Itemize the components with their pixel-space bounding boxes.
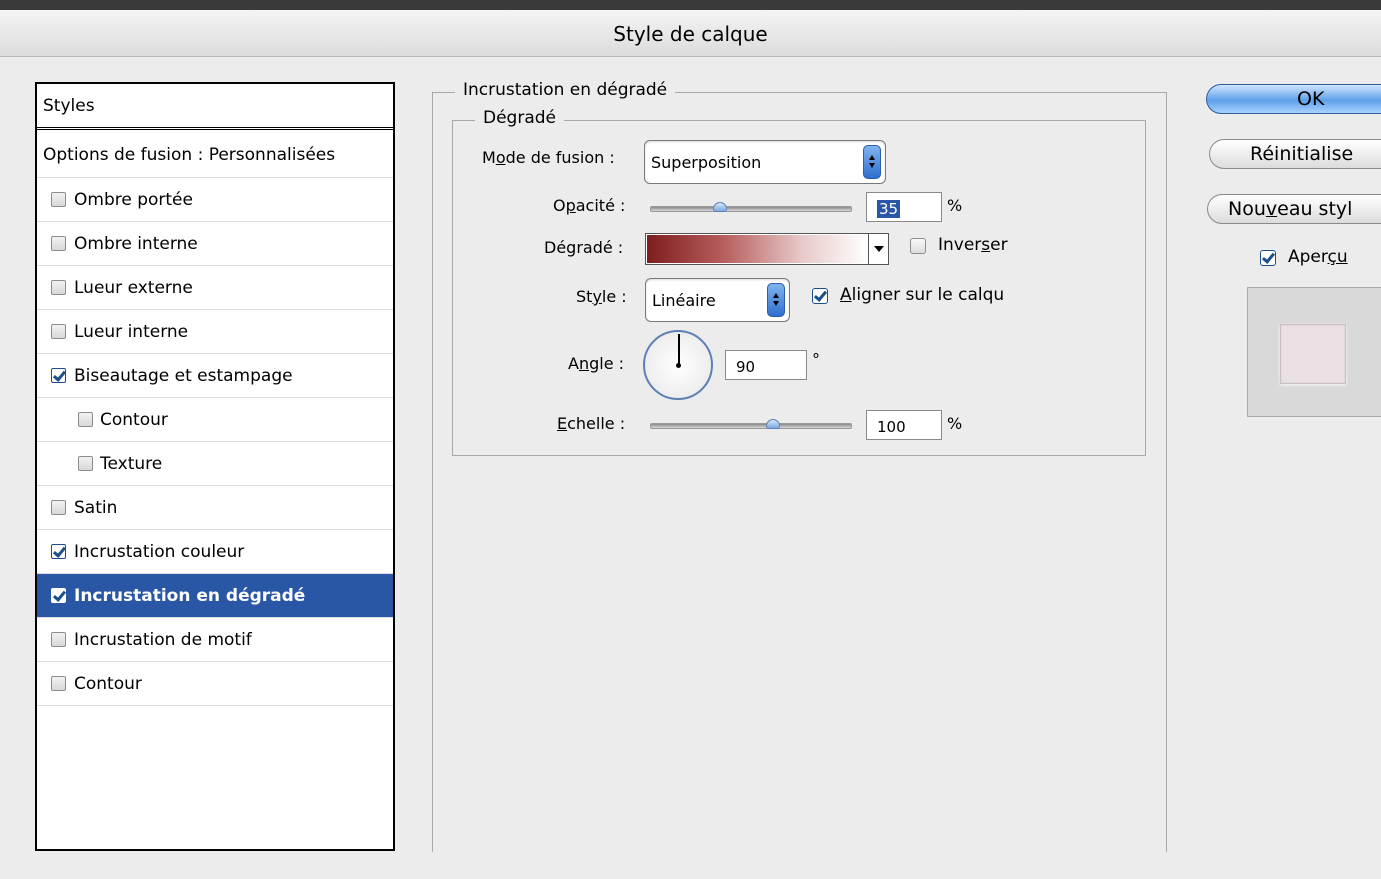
list-item-label: Satin xyxy=(74,498,118,518)
select-stepper-icon[interactable] xyxy=(767,283,785,317)
list-item-label: Lueur interne xyxy=(74,322,189,342)
checkbox-incrustation-motif[interactable] xyxy=(51,632,66,647)
opacity-input[interactable]: 35 xyxy=(866,192,942,222)
select-stepper-icon[interactable] xyxy=(863,145,881,179)
reset-button[interactable]: Réinitialise xyxy=(1209,139,1381,169)
opacity-slider-track[interactable] xyxy=(650,206,852,212)
list-item-texture[interactable]: Texture xyxy=(37,442,393,486)
list-item-label: Incrustation en dégradé xyxy=(74,586,306,606)
new-style-button-label: Nouveau styl xyxy=(1228,198,1353,220)
group-title: Incrustation en dégradé xyxy=(455,80,676,100)
angle-input[interactable]: 90 xyxy=(725,350,807,380)
window-top-edge xyxy=(0,0,1381,10)
checkbox-lueur-externe[interactable] xyxy=(51,280,66,295)
scale-slider-thumb[interactable] xyxy=(766,419,780,429)
checkbox-ombre-portee[interactable] xyxy=(51,192,66,207)
align-with-layer-label[interactable]: Aligner sur le calqu xyxy=(840,285,1004,305)
align-with-layer-checkbox[interactable] xyxy=(812,288,828,304)
list-item-incrustation-couleur[interactable]: Incrustation couleur xyxy=(37,530,393,574)
list-item-incrustation-degrade[interactable]: Incrustation en dégradé xyxy=(37,574,393,618)
new-style-button[interactable]: Nouveau styl xyxy=(1207,194,1381,224)
styles-header[interactable]: Styles xyxy=(37,84,393,130)
preview-checkbox[interactable] xyxy=(1260,250,1276,266)
list-item-label: Ombre interne xyxy=(74,234,198,254)
blending-options-item[interactable]: Options de fusion : Personnalisées xyxy=(37,130,393,178)
list-item-ombre-portee[interactable]: Ombre portée xyxy=(37,178,393,222)
angle-dial[interactable] xyxy=(643,330,713,400)
list-item-biseautage[interactable]: Biseautage et estampage xyxy=(37,354,393,398)
checkbox-ombre-interne[interactable] xyxy=(51,236,66,251)
list-item-label: Incrustation de motif xyxy=(74,630,252,650)
list-item-label: Texture xyxy=(100,454,163,474)
preview-label[interactable]: Aperçu xyxy=(1288,247,1348,267)
angle-unit: ° xyxy=(812,350,820,369)
opacity-slider-thumb[interactable] xyxy=(713,202,727,212)
style-value: Linéaire xyxy=(652,291,716,310)
checkbox-biseautage[interactable] xyxy=(51,368,66,383)
angle-dial-needle xyxy=(678,334,680,366)
blend-mode-value: Superposition xyxy=(651,153,762,172)
list-item-label: Incrustation couleur xyxy=(74,542,245,562)
list-item-lueur-externe[interactable]: Lueur externe xyxy=(37,266,393,310)
list-item-contour[interactable]: Contour xyxy=(37,662,393,706)
scale-slider-track[interactable] xyxy=(650,423,852,429)
list-item-satin[interactable]: Satin xyxy=(37,486,393,530)
list-item-label: Lueur externe xyxy=(74,278,193,298)
style-preview xyxy=(1247,287,1381,417)
scale-label: Echelle : xyxy=(557,414,626,433)
checkbox-contour[interactable] xyxy=(51,676,66,691)
styles-header-label: Styles xyxy=(43,96,95,116)
opacity-label: Opacité : xyxy=(553,196,626,215)
gradient-preview[interactable] xyxy=(647,235,867,263)
styles-list: Styles Options de fusion : Personnalisée… xyxy=(35,82,395,851)
list-item-label: Ombre portée xyxy=(74,190,193,210)
gradient-label: Dégradé : xyxy=(544,238,624,257)
checkbox-lueur-interne[interactable] xyxy=(51,324,66,339)
ok-button[interactable]: OK xyxy=(1206,84,1381,114)
checkbox-texture[interactable] xyxy=(78,456,93,471)
preview-swatch xyxy=(1280,324,1346,384)
reverse-checkbox[interactable] xyxy=(910,238,926,254)
list-item-label: Contour xyxy=(100,410,168,430)
checkbox-satin[interactable] xyxy=(51,500,66,515)
checkbox-incrustation-couleur[interactable] xyxy=(51,544,66,559)
opacity-value: 35 xyxy=(877,200,901,218)
title-bar[interactable]: Style de calque xyxy=(0,10,1381,57)
list-item-label: Contour xyxy=(74,674,142,694)
list-item-label: Biseautage et estampage xyxy=(74,366,293,386)
list-item-ombre-interne[interactable]: Ombre interne xyxy=(37,222,393,266)
scale-unit: % xyxy=(947,414,963,433)
chevron-down-icon[interactable] xyxy=(868,234,888,264)
opacity-unit: % xyxy=(947,196,963,215)
list-item-lueur-interne[interactable]: Lueur interne xyxy=(37,310,393,354)
angle-dial-center xyxy=(676,363,681,368)
reset-button-label: Réinitialise xyxy=(1250,143,1354,165)
angle-label: Angle : xyxy=(568,354,625,373)
reverse-label[interactable]: Inverser xyxy=(938,235,1008,255)
window-title: Style de calque xyxy=(613,22,768,46)
checkbox-incrustation-degrade[interactable] xyxy=(51,588,66,603)
gradient-picker[interactable] xyxy=(645,233,889,265)
style-select[interactable]: Linéaire xyxy=(645,278,790,322)
scale-input[interactable]: 100 xyxy=(866,410,942,440)
style-label: Style : xyxy=(576,287,627,306)
ok-button-label: OK xyxy=(1297,88,1325,110)
subgroup-title: Dégradé xyxy=(475,108,564,128)
list-item-incrustation-motif[interactable]: Incrustation de motif xyxy=(37,618,393,662)
checkbox-contour-sub[interactable] xyxy=(78,412,93,427)
blend-mode-select[interactable]: Superposition xyxy=(644,140,886,184)
blend-mode-label: Mode de fusion : xyxy=(482,148,615,167)
list-item-contour-sub[interactable]: Contour xyxy=(37,398,393,442)
blending-options-label: Options de fusion : Personnalisées xyxy=(43,145,336,165)
